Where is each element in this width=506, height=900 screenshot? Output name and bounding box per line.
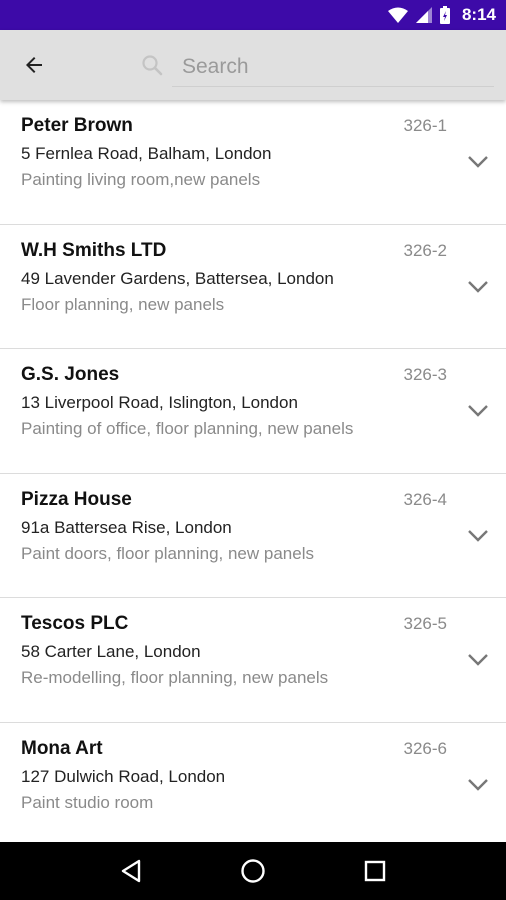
nav-home-button[interactable] — [229, 847, 277, 895]
client-name: Tescos PLC — [21, 613, 129, 634]
expand-button[interactable] — [458, 640, 498, 680]
expand-button[interactable] — [458, 267, 498, 307]
job-reference: 326-4 — [403, 489, 447, 509]
nav-back-button[interactable] — [107, 847, 155, 895]
job-description: Floor planning, new panels — [21, 294, 225, 314]
battery-icon — [439, 6, 450, 24]
job-reference: 326-3 — [403, 365, 447, 384]
back-triangle-icon — [121, 859, 141, 883]
client-name: Mona Art — [21, 737, 103, 759]
chevron-down-icon — [468, 529, 488, 542]
status-bar: 8:14 — [0, 0, 506, 30]
home-circle-icon — [241, 859, 265, 883]
chevron-down-icon — [468, 156, 488, 168]
list-item[interactable]: Pizza House 91a Battersea Rise, London P… — [0, 474, 506, 598]
client-address: 127 Dulwich Road, London — [21, 766, 226, 786]
chevron-down-icon — [468, 280, 488, 293]
list-item[interactable]: Tescos PLC 58 Carter Lane, London Re-mod… — [0, 598, 506, 723]
expand-button[interactable] — [458, 516, 498, 556]
arrow-left-icon — [26, 57, 42, 73]
search-input[interactable] — [172, 47, 494, 87]
client-name: G.S. Jones — [21, 364, 120, 385]
job-reference: 326-1 — [403, 116, 447, 135]
expand-button[interactable] — [458, 765, 498, 805]
job-reference: 326-5 — [403, 614, 447, 633]
job-description: Paint doors, floor planning, new panels — [21, 543, 314, 563]
client-address: 13 Liverpool Road, Islington, London — [21, 393, 298, 412]
nav-recents-button[interactable] — [351, 847, 399, 895]
client-address: 58 Carter Lane, London — [21, 642, 201, 661]
list-item[interactable]: Mona Art 127 Dulwich Road, London Paint … — [0, 723, 506, 843]
system-nav-bar — [0, 842, 506, 900]
client-address: 91a Battersea Rise, London — [21, 517, 232, 537]
client-address: 49 Lavender Gardens, Battersea, London — [21, 268, 334, 288]
wifi-icon — [387, 7, 408, 23]
client-name: Pizza House — [21, 488, 132, 510]
back-button[interactable] — [14, 47, 54, 83]
job-description: Painting of office, floor planning, new … — [21, 419, 354, 438]
chevron-down-icon — [468, 405, 488, 417]
job-list: Peter Brown 5 Fernlea Road, Balham, Lond… — [0, 100, 506, 842]
expand-button[interactable] — [458, 142, 498, 182]
list-item[interactable]: Peter Brown 5 Fernlea Road, Balham, Lond… — [0, 100, 506, 225]
client-address: 5 Fernlea Road, Balham, London — [21, 144, 272, 163]
status-time: 8:14 — [461, 5, 496, 24]
chevron-down-icon — [468, 654, 488, 666]
search-icon — [140, 53, 164, 82]
job-description: Painting living room,new panels — [21, 170, 261, 189]
job-reference: 326-6 — [403, 738, 447, 758]
expand-button[interactable] — [458, 391, 498, 431]
job-reference: 326-2 — [403, 240, 447, 260]
job-description: Re-modelling, floor planning, new panels — [21, 668, 329, 687]
recents-square-icon — [364, 860, 386, 882]
list-item[interactable]: W.H Smiths LTD 49 Lavender Gardens, Batt… — [0, 225, 506, 349]
app-bar — [0, 30, 506, 100]
signal-icon — [415, 7, 432, 23]
client-name: W.H Smiths LTD — [21, 239, 167, 261]
client-name: Peter Brown — [21, 115, 133, 136]
chevron-down-icon — [468, 778, 488, 791]
job-description: Paint studio room — [21, 792, 154, 812]
list-item[interactable]: G.S. Jones 13 Liverpool Road, Islington,… — [0, 349, 506, 474]
